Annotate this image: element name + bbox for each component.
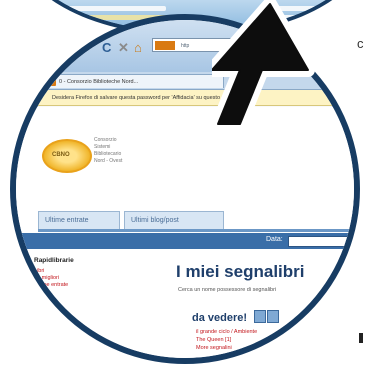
logo-text: CBNO	[52, 152, 70, 158]
back-arrow-icon[interactable]: C	[102, 40, 111, 55]
rss-icon[interactable]	[254, 310, 266, 323]
sidebar-item[interactable]: Segnalibri	[34, 323, 154, 330]
web-page: CBNO Consorzio Sistemi Bibliotecario Nor…	[16, 107, 354, 358]
tab-title: 0 - Consorzio Biblioteche Nord...	[59, 79, 139, 85]
home-icon[interactable]: ⌂	[134, 40, 142, 55]
site-favicon	[155, 41, 175, 50]
mouse-pointer-icon	[212, 0, 315, 130]
tab-ultime-entrate[interactable]: Ultime entrate	[38, 211, 120, 229]
bookmark-item[interactable]: More segnalini	[196, 345, 232, 351]
page-fragment-mark	[359, 333, 363, 343]
section-title: da vedere!	[192, 312, 248, 324]
search-bar: Data:	[16, 233, 354, 249]
org-line: Sistemi	[94, 144, 111, 150]
address-text: http	[181, 43, 190, 49]
org-line: Bibliotecario	[94, 151, 122, 157]
page-title: I miei segnalibri	[176, 262, 305, 281]
sidebar-item[interactable]: Blog	[34, 302, 154, 309]
org-line: Nord - Ovest	[94, 158, 123, 164]
page-tabs: Ultime entrate Ultimi blog/post	[38, 207, 354, 232]
sidebar-item[interactable]: Rsx	[34, 309, 154, 316]
page-fragment-letter: c	[357, 36, 364, 51]
page-subtitle: Cerca un nome possessore di segnalibri	[178, 287, 277, 293]
browser-tab[interactable]: 0 - Consorzio Biblioteche Nord...	[44, 74, 224, 88]
sidebar-item[interactable]: Le migliori	[34, 275, 154, 282]
sidebar: Rapidlibrarie Libri Le migliori Ultime e…	[34, 257, 154, 330]
sidebar-item[interactable]: Ultime	[34, 289, 154, 296]
bookmark-item[interactable]: The Queen [1]	[196, 337, 231, 343]
tab-favicon	[48, 78, 56, 86]
search-button[interactable]	[346, 287, 354, 298]
sidebar-heading: Rapidlibrarie	[34, 257, 74, 264]
sidebar-item[interactable]: Libri	[34, 268, 154, 275]
stop-icon[interactable]: ✕	[118, 40, 129, 56]
password-bar-text: Desidera Firefox di salvare questa passw…	[52, 95, 234, 101]
feed-icon[interactable]	[267, 310, 279, 323]
org-line: Consorzio	[94, 137, 117, 143]
sidebar-item[interactable]: Ebook letto	[34, 316, 154, 323]
tab-ultimi-blog[interactable]: Ultimi blog/post	[124, 211, 224, 229]
date-input[interactable]	[288, 236, 354, 247]
sidebar-item[interactable]: Ultime entrate	[34, 282, 154, 289]
date-label: Data:	[266, 236, 283, 243]
bookmark-item[interactable]: il grande ciclo / Ambiente	[196, 329, 257, 335]
notification-text-line	[56, 6, 166, 11]
